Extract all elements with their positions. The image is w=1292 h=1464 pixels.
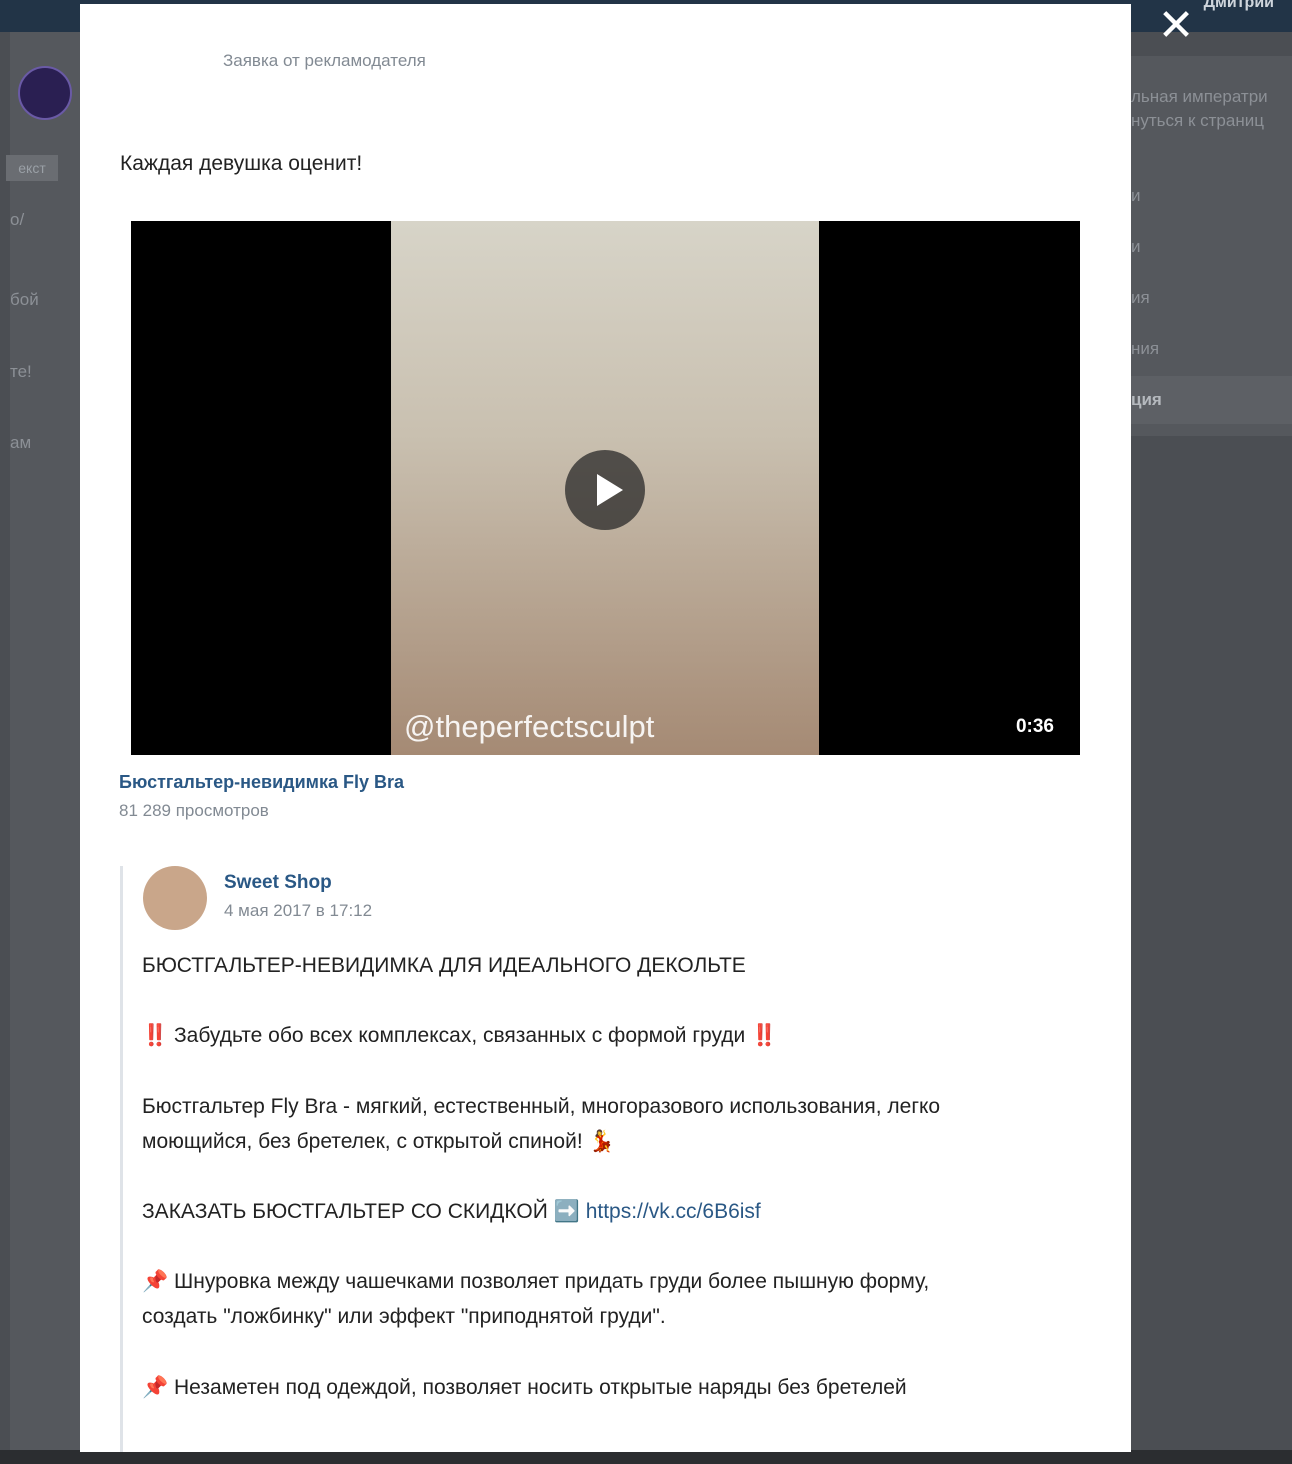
repost-line-text: Шнуровка между чашечками позволяет прида… [174, 1270, 930, 1293]
background-right-text: льная императри [1131, 87, 1268, 106]
video-duration: 0:36 [1015, 716, 1054, 737]
arrow-right-icon: ➡️ [553, 1200, 580, 1223]
background-right-text: ния [1131, 339, 1160, 358]
repost-line-text: моющийся, без бретелек, с открытой спино… [142, 1130, 583, 1153]
post-text: Каждая девушка оценит! [120, 152, 363, 175]
repost-line-text: Незаметен под одеждой, позволяет носить … [174, 1376, 907, 1399]
double-exclamation-icon: ‼️ [142, 1024, 169, 1047]
play-icon[interactable] [565, 450, 645, 530]
repost-date[interactable]: 4 мая 2017 в 17:12 [224, 901, 372, 921]
repost-line-text: ЗАКАЗАТЬ БЮСТГАЛЬТЕР СО СКИДКОЙ [142, 1200, 548, 1223]
dancer-icon: 💃 [588, 1130, 615, 1153]
repost-line-text: Забудьте обо всех комплексах, связанных … [174, 1024, 746, 1047]
pin-icon: 📌 [142, 1376, 169, 1399]
video-views: 81 289 просмотров [119, 801, 269, 820]
background-right-text: и [1131, 186, 1141, 205]
repost-line: создать "ложбинку" или эффект "приподнят… [142, 1305, 666, 1328]
background-right-text: ция [1131, 390, 1162, 409]
repost-line: моющийся, без бретелек, с открытой спино… [142, 1130, 615, 1154]
background-user-name: Дмитрий [1203, 0, 1274, 11]
repost-author-link[interactable]: Sweet Shop [224, 872, 332, 894]
post-modal: Заявка от рекламодателя Каждая девушка о… [80, 4, 1131, 1452]
avatar[interactable] [143, 866, 207, 930]
background-right-text: нуться к страниц [1131, 111, 1264, 130]
repost-line: 📌 Незаметен под одеждой, позволяет носит… [142, 1376, 907, 1400]
repost-headline: БЮСТГАЛЬТЕР-НЕВИДИМКА ДЛЯ ИДЕАЛЬНОГО ДЕК… [142, 954, 746, 977]
repost-line: ‼️ Забудьте обо всех комплексах, связанн… [142, 1024, 777, 1048]
video-watermark: @theperfectsculpt [404, 709, 655, 744]
repost-line: ЗАКАЗАТЬ БЮСТГАЛЬТЕР СО СКИДКОЙ ➡️ https… [142, 1200, 761, 1224]
horizontal-scrollbar[interactable] [0, 1450, 1292, 1464]
background-left-text: ам [10, 433, 32, 452]
background-left-column [10, 32, 80, 1464]
video-title-link[interactable]: Бюстгальтер-невидимка Fly Bra [119, 772, 404, 793]
repost-line: Бюстгальтер Fly Bra - мягкий, естественн… [142, 1095, 941, 1118]
repost-bar [120, 866, 123, 1452]
repost-line: 📌 Шнуровка между чашечками позволяет при… [142, 1270, 929, 1294]
background-left-text: бой [10, 290, 39, 309]
double-exclamation-icon: ‼️ [751, 1024, 778, 1047]
close-icon[interactable]: ✕ [1152, 4, 1200, 52]
background-community-avatar [18, 66, 72, 120]
background-right-text: и [1131, 237, 1141, 256]
video-player[interactable]: @theperfectsculpt 0:36 [131, 221, 1080, 755]
order-link[interactable]: https://vk.cc/6B6isf [586, 1200, 761, 1223]
ad-label: Заявка от рекламодателя [223, 51, 426, 70]
background-left-text: те! [10, 362, 32, 381]
background-left-button: екст [6, 155, 58, 181]
pin-icon: 📌 [142, 1270, 169, 1293]
background-left-text: о/ [10, 210, 25, 229]
background-right-text: ия [1131, 288, 1150, 307]
